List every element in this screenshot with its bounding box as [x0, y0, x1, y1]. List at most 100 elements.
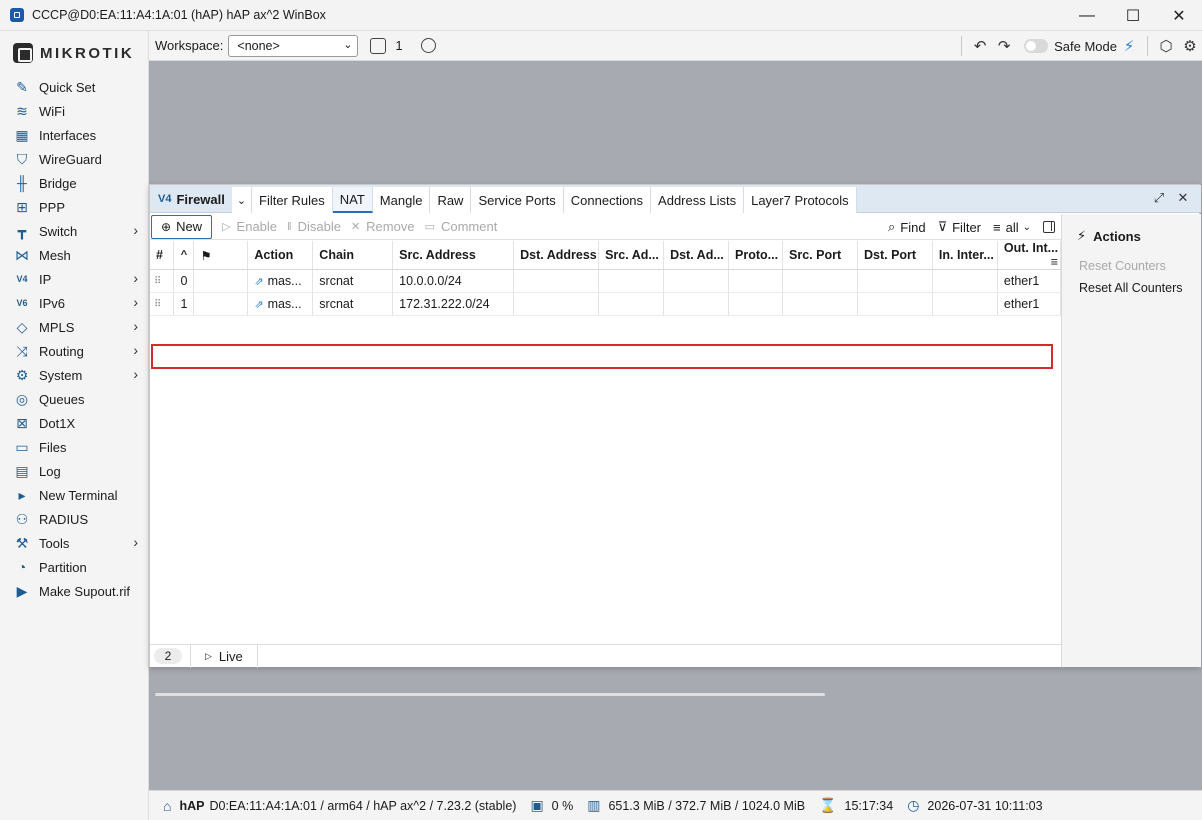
sidebar-item-radius[interactable]: ⚇ RADIUS: [0, 507, 148, 531]
sidebar-item-ppp[interactable]: ⊞ PPP: [0, 195, 148, 219]
tab-nat[interactable]: NAT: [332, 187, 373, 213]
sidebar-item-files[interactable]: ▭ Files: [0, 435, 148, 459]
column-header[interactable]: #: [150, 241, 175, 270]
firewall-title[interactable]: V4 Firewall: [150, 185, 232, 213]
sidebar-item-label: PPP: [39, 199, 66, 215]
workspace-select[interactable]: <none> ⌄: [228, 34, 359, 57]
interfaces-icon: ▦: [15, 126, 29, 143]
column-header[interactable]: In. Inter...: [932, 241, 998, 270]
sidebar-item-tools[interactable]: ⚒ Tools ›: [0, 531, 148, 555]
comment-button[interactable]: ▭ Comment: [425, 215, 498, 239]
maximize-button[interactable]: ☐: [1110, 0, 1156, 31]
reset-all-counters-button[interactable]: Reset All Counters: [1062, 277, 1201, 299]
safe-mode-toggle[interactable]: [1024, 39, 1049, 53]
row-empty-cell: [513, 292, 600, 316]
row-chain: srcnat: [312, 269, 394, 293]
toolbar-right: ⌕ Find ⊽ Filter ≡ all ⌄: [888, 214, 1061, 240]
sidebar-item-new-terminal[interactable]: ▸ New Terminal: [0, 483, 148, 507]
enable-button[interactable]: ▷ Enable: [222, 215, 277, 239]
row-empty-cell: [598, 292, 665, 316]
sidebar-item-label: RADIUS: [39, 511, 89, 527]
expand-icon[interactable]: ⤢: [1147, 190, 1171, 206]
filter-button[interactable]: ⊽ Filter: [938, 219, 981, 235]
sidebar-item-make-supout-rif[interactable]: ▶ Make Supout.rif: [0, 579, 148, 603]
sidebar-item-bridge[interactable]: ╫ Bridge: [0, 171, 148, 195]
tab-connections[interactable]: Connections: [563, 187, 652, 213]
search-icon: ⌕: [888, 219, 896, 234]
row-empty-cell: [782, 269, 858, 293]
chevron-right-icon: ›: [133, 294, 138, 310]
redo-icon[interactable]: ↷: [992, 34, 1016, 58]
columns-menu-icon[interactable]: ≡: [1051, 255, 1058, 269]
tab-address-lists[interactable]: Address Lists: [651, 187, 745, 213]
sidebar-item-log[interactable]: ▤ Log: [0, 459, 148, 483]
sidebar-item-dot1x[interactable]: ⊠ Dot1X: [0, 411, 148, 435]
sidebar-item-interfaces[interactable]: ▦ Interfaces: [0, 123, 148, 147]
sidebar-item-mesh[interactable]: ⋈ Mesh: [0, 243, 148, 267]
column-header[interactable]: Src. Ad...: [598, 241, 665, 270]
column-header[interactable]: Dst. Ad...: [663, 241, 730, 270]
table-body: ⠿ 0 ⇗ mas... srcnat 10.0.0.0/24 ether1 ⠿ 1 ⇗ mas..…: [150, 269, 1062, 316]
table-row[interactable]: ⠿ 0 ⇗ mas... srcnat 10.0.0.0/24 ether1: [150, 269, 1062, 293]
sidebar-item-quick-set[interactable]: ✎ Quick Set: [0, 75, 148, 99]
new-button[interactable]: ⊕ New: [151, 214, 213, 239]
column-header[interactable]: ⚑: [193, 241, 249, 270]
minimize-button[interactable]: —: [1064, 0, 1110, 31]
column-header[interactable]: Action: [247, 241, 314, 270]
tab-layer7-protocols[interactable]: Layer7 Protocols: [744, 187, 857, 213]
row-flag-cell: [193, 269, 249, 293]
row-src-address: 10.0.0.0/24: [392, 269, 515, 293]
sidebar-item-wifi[interactable]: ≋ WiFi: [0, 99, 148, 123]
row-drag-handle-icon[interactable]: ⠿: [150, 292, 175, 316]
column-header[interactable]: Proto...: [728, 241, 784, 270]
row-flag-cell: [193, 292, 249, 316]
side-panel-icon[interactable]: [1043, 221, 1055, 233]
tab-raw[interactable]: Raw: [430, 187, 472, 213]
sidebar-item-routing[interactable]: ⤨ Routing ›: [0, 339, 148, 363]
search-icon[interactable]: [420, 38, 436, 53]
column-header[interactable]: Out. Int... ≡: [997, 241, 1062, 270]
close-button[interactable]: ✕: [1156, 0, 1202, 31]
sidebar-item-label: Tools: [39, 535, 70, 551]
sidebar-item-queues[interactable]: ◎ Queues: [0, 387, 148, 411]
remove-button[interactable]: ✕ Remove: [351, 215, 415, 239]
datetime-value: 2026-07-31 10:11:03: [927, 798, 1043, 813]
tab-service-ports[interactable]: Service Ports: [471, 187, 564, 213]
tab-mangle[interactable]: Mangle: [372, 187, 431, 213]
column-header[interactable]: Src. Address: [392, 241, 515, 270]
sidebar-item-ipv6[interactable]: V6 IPv6 ›: [0, 291, 148, 315]
table-row[interactable]: ⠿ 1 ⇗ mas... srcnat 172.31.222.0/24 ether1: [150, 292, 1062, 316]
column-header[interactable]: Src. Port: [782, 241, 858, 270]
sidebar-item-system[interactable]: ⚙ System ›: [0, 363, 148, 387]
column-header[interactable]: Dst. Port: [857, 241, 933, 270]
row-empty-cell: [598, 269, 665, 293]
sidebar-item-partition[interactable]: ◔ Partition: [0, 555, 148, 579]
reset-counters-button[interactable]: Reset Counters: [1062, 255, 1201, 277]
tab-dropdown-icon[interactable]: ⌄: [232, 187, 252, 213]
sidebar-item-wireguard[interactable]: ⛉ WireGuard: [0, 147, 148, 171]
row-number: 0: [173, 269, 195, 293]
sidebar-item-mpls[interactable]: ◇ MPLS ›: [0, 315, 148, 339]
sidebar-item-switch[interactable]: ┳ Switch ›: [0, 219, 148, 243]
supout-icon: ▶: [16, 582, 28, 599]
memory-info: ▥ 651.3 MiB / 372.7 MiB / 1024.0 MiB: [587, 797, 805, 814]
live-button[interactable]: ▷ Live: [190, 644, 258, 668]
find-button[interactable]: ⌕ Find: [888, 219, 926, 235]
column-header[interactable]: Chain: [312, 241, 394, 270]
package-icon[interactable]: ⬡: [1154, 34, 1178, 58]
windows-icon[interactable]: [370, 37, 387, 54]
view-select[interactable]: ≡ all ⌄: [993, 220, 1031, 235]
safe-mode-icon[interactable]: ⚡: [1117, 34, 1141, 58]
close-icon[interactable]: ✕: [1171, 190, 1195, 206]
sidebar-item-ip[interactable]: V4 IP ›: [0, 267, 148, 291]
tab-filter-rules[interactable]: Filter Rules: [252, 187, 333, 213]
row-drag-handle-icon[interactable]: ⠿: [150, 269, 175, 293]
sidebar-item-label: IP: [39, 271, 52, 287]
disable-button[interactable]: ‖ Disable: [287, 215, 341, 239]
horizontal-scrollbar[interactable]: [155, 693, 825, 696]
settings-icon[interactable]: ⚙: [1178, 34, 1202, 58]
column-header[interactable]: ^: [173, 241, 195, 270]
new-button-label: New: [176, 219, 203, 234]
column-header[interactable]: Dst. Address: [513, 241, 600, 270]
undo-icon[interactable]: ↶: [968, 34, 992, 58]
